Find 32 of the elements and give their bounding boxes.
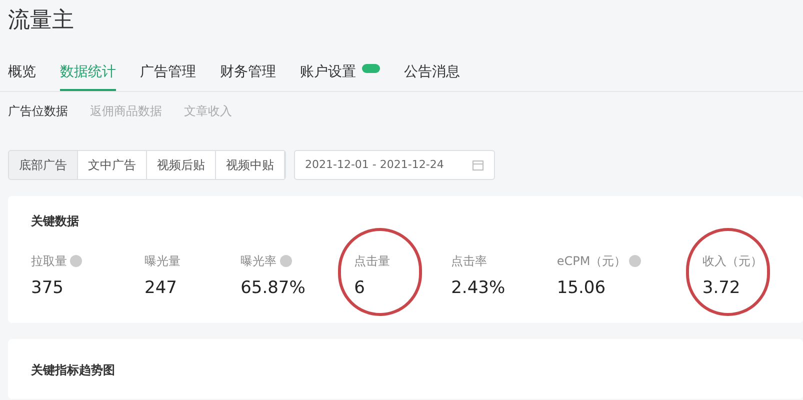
card-title: 关键数据 bbox=[31, 214, 79, 228]
calendar-icon bbox=[472, 159, 484, 171]
metric-label: 收入（元） bbox=[702, 253, 762, 270]
nav-tab[interactable]: 概览 bbox=[8, 62, 36, 83]
metric-value: 65.87% bbox=[240, 277, 306, 300]
ad-type-button[interactable]: 视频中贴 bbox=[216, 151, 285, 179]
metric-value: 6 bbox=[354, 277, 366, 300]
metric-label: 曝光率 bbox=[240, 253, 277, 270]
nav-tab[interactable]: 财务管理 bbox=[220, 62, 276, 83]
metric-label: eCPM（元） bbox=[556, 253, 626, 270]
help-icon[interactable] bbox=[70, 255, 82, 267]
metric-label: 点击率 bbox=[451, 253, 488, 270]
card-title: 关键指标趋势图 bbox=[31, 363, 115, 377]
ad-type-button[interactable]: 文中广告 bbox=[78, 151, 147, 179]
metric-value: 2.43% bbox=[451, 277, 506, 300]
help-icon[interactable] bbox=[280, 255, 292, 267]
metric-label: 点击量 bbox=[354, 253, 390, 270]
sub-tab[interactable]: 广告位数据 bbox=[8, 102, 68, 120]
metric-label: 曝光量 bbox=[144, 253, 181, 270]
metric-value: 247 bbox=[144, 277, 178, 300]
metric-label: 拉取量 bbox=[31, 253, 67, 270]
nav-tab[interactable]: 账户设置 bbox=[300, 62, 356, 83]
date-range-field[interactable]: 2021-12-01 - 2021-12-24 bbox=[294, 150, 495, 180]
metric-value: 15.06 bbox=[556, 277, 607, 300]
nav-tab[interactable]: 广告管理 bbox=[140, 62, 196, 83]
metric-value: 375 bbox=[31, 277, 64, 300]
ad-type-button[interactable]: 底部广告 bbox=[9, 151, 78, 179]
app-title: 流量主 bbox=[8, 8, 74, 33]
ad-type-button[interactable]: 视频后贴 bbox=[147, 151, 216, 179]
help-icon[interactable] bbox=[629, 255, 642, 267]
metric-value: 3.72 bbox=[702, 277, 742, 300]
nav-tab[interactable]: 公告消息 bbox=[404, 62, 460, 83]
